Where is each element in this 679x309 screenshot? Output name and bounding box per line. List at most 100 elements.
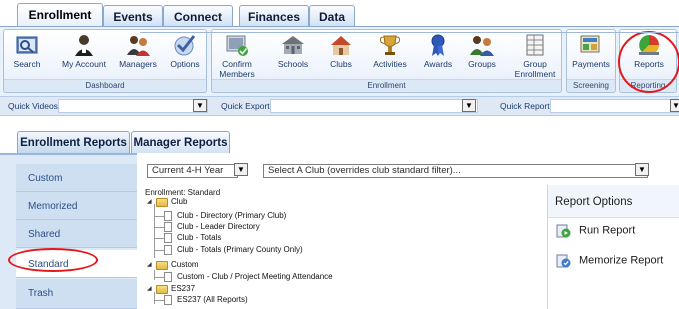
side-item-trash[interactable]: Trash: [16, 279, 137, 309]
club-filter-select[interactable]: Select A Club (overrides club standard f…: [263, 164, 648, 178]
tab-label: Events: [113, 10, 153, 24]
tree-guide: [154, 270, 155, 280]
options-button[interactable]: Options: [166, 33, 204, 81]
ribbon: Search My Account Managers Options Dashb…: [0, 27, 679, 96]
tab-label: Connect: [174, 10, 222, 24]
tab-connect[interactable]: Connect: [163, 5, 233, 27]
schools-button[interactable]: Schools: [273, 33, 313, 81]
year-filter-select[interactable]: Current 4-H Year: [147, 164, 238, 178]
tab-label: Enrollment: [28, 8, 92, 22]
tree-folder-label: Club: [171, 197, 188, 207]
activities-button[interactable]: Activities: [367, 33, 413, 81]
quick-videos-dropdown[interactable]: ▼: [193, 99, 207, 112]
group-screening: Payments Screening: [566, 29, 616, 93]
memorize-report-icon: [556, 254, 571, 268]
button-label: Payments: [572, 59, 610, 69]
quick-videos-label: Quick Videos: [8, 101, 58, 111]
tree-branch: [154, 300, 164, 301]
group-enrollment-button[interactable]: Group Enrollment: [510, 33, 560, 81]
top-menu-tabs: Enrollment Events Connect Finances Data: [0, 0, 679, 27]
quick-exports-select[interactable]: [270, 99, 478, 113]
tab-events[interactable]: Events: [103, 5, 163, 27]
tab-finances[interactable]: Finances: [239, 5, 309, 27]
tab-label: Data: [318, 10, 345, 24]
tree-branch: [154, 227, 164, 228]
button-label: Awards: [423, 59, 453, 69]
side-item-label: Trash: [28, 288, 54, 299]
tab-enrollment[interactable]: Enrollment: [17, 3, 103, 27]
tree-report-item[interactable]: Custom - Club / Project Meeting Attendan…: [164, 272, 333, 282]
quick-reports-dropdown[interactable]: ▼: [670, 99, 679, 112]
payments-button[interactable]: Payments: [568, 33, 614, 81]
highlight-ring-reports: [618, 31, 679, 93]
tree-item-label: Custom - Club / Project Meeting Attendan…: [177, 272, 333, 282]
memorize-report-button[interactable]: Memorize Report: [556, 253, 663, 268]
tree-report-item[interactable]: Club - Totals: [164, 233, 221, 243]
school-icon: [282, 36, 304, 54]
document-icon: [164, 211, 172, 221]
tree-branch: [154, 238, 164, 239]
group-label-enrollment: Enrollment: [212, 79, 561, 91]
club-filter-dropdown[interactable]: ▼: [635, 163, 649, 176]
quick-reports-select[interactable]: [550, 99, 679, 113]
groups-icon: [470, 36, 494, 56]
run-report-icon: [556, 224, 571, 238]
groups-button[interactable]: Groups: [462, 33, 502, 81]
clubhouse-icon: [331, 36, 351, 55]
tree-branch: [154, 216, 164, 217]
run-report-button[interactable]: Run Report: [556, 223, 635, 238]
side-item-memorized[interactable]: Memorized: [16, 192, 137, 220]
tab-data[interactable]: Data: [309, 5, 355, 27]
tree-report-item[interactable]: Club - Totals (Primary County Only): [164, 245, 303, 255]
tree-item-label: Club - Totals: [177, 233, 222, 243]
tree-report-item[interactable]: Club - Leader Directory: [164, 222, 260, 232]
document-icon: [164, 233, 172, 243]
search-button[interactable]: Search: [7, 33, 47, 81]
awards-button[interactable]: Awards: [418, 33, 458, 81]
button-label: My Account: [62, 59, 106, 69]
tree-item-label: ES237 (All Reports): [177, 295, 248, 305]
tab-label: Manager Reports: [133, 137, 228, 149]
button-label: Clubs: [330, 59, 352, 69]
year-filter-dropdown[interactable]: ▼: [234, 163, 248, 176]
expand-triangle-icon: ◢: [147, 199, 152, 205]
document-icon: [164, 272, 172, 282]
group-label-dashboard: Dashboard: [4, 79, 206, 91]
tree-folder-es237[interactable]: ◢ ES237: [147, 284, 195, 294]
quick-bar: Quick Videos ▼ Quick Exports ▼ Quick Rep…: [0, 96, 679, 116]
button-label: Search: [13, 59, 41, 69]
clubs-button[interactable]: Clubs: [323, 33, 359, 81]
side-item-shared[interactable]: Shared: [16, 220, 137, 248]
tree-item-label: Club - Directory (Primary Club): [177, 211, 287, 221]
document-icon: [164, 245, 172, 255]
confirm-members-button[interactable]: Confirm Members: [214, 33, 260, 81]
club-filter-value: Select A Club (overrides club standard f…: [268, 165, 461, 176]
tree-folder-label: Custom: [171, 260, 199, 270]
payments-icon: [580, 35, 600, 53]
button-label: Schools: [277, 59, 309, 69]
button-label: Group Enrollment: [514, 59, 556, 79]
side-item-custom[interactable]: Custom: [16, 164, 137, 192]
tab-manager-reports[interactable]: Manager Reports: [131, 131, 230, 153]
folder-icon: [156, 260, 168, 270]
tree-report-item[interactable]: ES237 (All Reports): [164, 295, 248, 305]
folder-icon: [156, 284, 168, 294]
managers-button[interactable]: Managers: [114, 33, 162, 81]
run-report-label: Run Report: [579, 224, 636, 237]
tree-folder-club[interactable]: ◢ Club: [147, 197, 187, 207]
confirm-members-icon: [226, 35, 248, 56]
my-account-button[interactable]: My Account: [59, 33, 109, 81]
group-enrollment: Confirm Members Schools Clubs Activities…: [211, 29, 562, 93]
user-icon: [75, 35, 93, 56]
managers-icon: [127, 36, 150, 56]
memorize-report-label: Memorize Report: [579, 254, 664, 267]
quick-exports-dropdown[interactable]: ▼: [462, 99, 476, 112]
button-label: Options: [170, 59, 200, 69]
search-icon: [16, 36, 38, 54]
tab-enrollment-reports[interactable]: Enrollment Reports: [17, 131, 130, 153]
tree-folder-custom[interactable]: ◢ Custom: [147, 260, 199, 270]
tree-report-item[interactable]: Club - Directory (Primary Club): [164, 211, 286, 221]
quick-videos-select[interactable]: [58, 99, 208, 113]
expand-triangle-icon: ◢: [147, 262, 152, 268]
folder-icon: [156, 197, 168, 207]
